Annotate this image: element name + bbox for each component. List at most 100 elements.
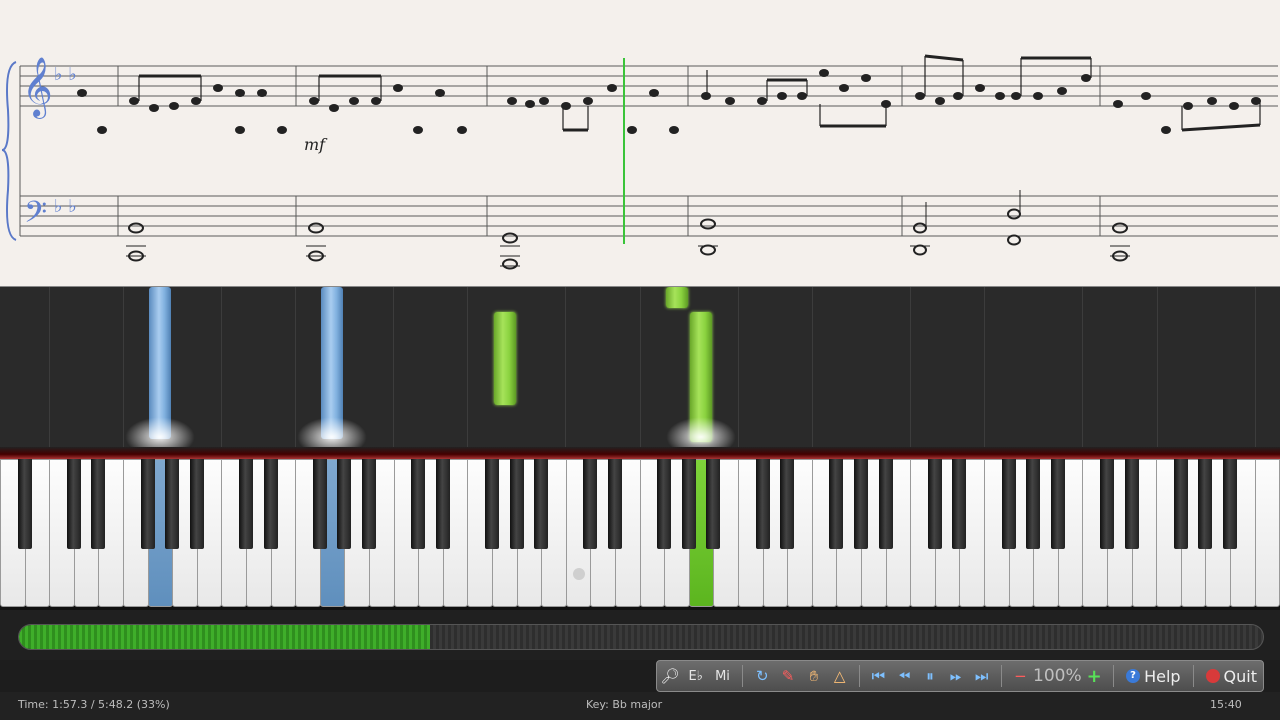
black-key[interactable]	[1173, 459, 1188, 549]
octave-guide-line	[910, 287, 911, 447]
black-key[interactable]	[1100, 459, 1114, 549]
treble-clef-icon: 𝄞	[22, 57, 53, 119]
search-icon[interactable]: 🔎︎	[657, 662, 683, 690]
black-key[interactable]	[1050, 459, 1065, 549]
black-key[interactable]	[927, 459, 942, 549]
black-key[interactable]	[608, 459, 622, 549]
black-key[interactable]	[411, 459, 426, 549]
bass-ledger-lines	[126, 190, 1130, 267]
help-button[interactable]: ? Help	[1120, 662, 1186, 690]
treble-staff	[20, 65, 1278, 107]
note-names-button[interactable]: Mi	[709, 662, 737, 690]
falling-note	[494, 312, 516, 405]
undo-icon[interactable]: ↻	[749, 662, 775, 690]
toolbar-divider	[1113, 665, 1115, 687]
note-stems-beams	[138, 54, 1261, 132]
black-key[interactable]	[1223, 459, 1237, 549]
toolbar-divider	[1192, 665, 1194, 687]
black-key[interactable]	[1198, 459, 1213, 549]
bass-notes	[128, 208, 1128, 270]
black-key[interactable]	[755, 459, 770, 549]
octave-guide-line	[467, 287, 468, 447]
white-key[interactable]	[1254, 459, 1280, 607]
black-key[interactable]	[1124, 459, 1139, 549]
skip-start-icon[interactable]: ⏮︎	[866, 662, 892, 690]
hand-icon[interactable]: ✋︎	[801, 662, 827, 690]
octave-guide-line	[812, 287, 813, 447]
black-key[interactable]	[239, 459, 253, 549]
toolbar-divider	[742, 665, 744, 687]
black-key[interactable]	[706, 459, 721, 549]
treble-notes	[77, 69, 1261, 134]
piano-keyboard[interactable]	[0, 447, 1280, 610]
toolbar-divider	[858, 665, 860, 687]
fast-forward-icon[interactable]: ⏩︎	[943, 662, 969, 690]
black-key[interactable]	[657, 459, 672, 549]
black-key[interactable]	[854, 459, 868, 549]
octave-guide-line	[984, 287, 985, 447]
falling-note	[666, 287, 688, 308]
octave-guide-line	[1255, 287, 1256, 447]
skip-end-icon[interactable]: ⏭︎	[969, 662, 995, 690]
zoom-in-icon[interactable]: +	[1081, 662, 1107, 690]
song-progress-bar[interactable]	[18, 624, 1264, 650]
black-key[interactable]	[1001, 459, 1016, 549]
song-progress-fill	[19, 625, 430, 649]
help-label: Help	[1144, 666, 1181, 686]
pause-icon[interactable]: ⏸︎	[917, 662, 943, 690]
black-key[interactable]	[91, 459, 106, 549]
brace	[1, 61, 17, 241]
dynamic-marking: mf	[304, 135, 328, 154]
black-key[interactable]	[189, 459, 204, 549]
pencil-icon[interactable]: ✎	[775, 662, 801, 690]
black-key[interactable]	[829, 459, 844, 549]
black-key[interactable]	[165, 459, 180, 549]
sheet-music: 𝄞 𝄢 ♭ ♭ ♭ ♭ mf	[0, 0, 1280, 287]
black-key[interactable]	[337, 459, 352, 549]
rewind-icon[interactable]: ⏪︎	[891, 662, 917, 690]
clock: 15:40	[1210, 698, 1242, 711]
black-key[interactable]	[583, 459, 598, 549]
zoom-out-icon[interactable]: −	[1008, 662, 1034, 690]
black-key[interactable]	[952, 459, 967, 549]
black-key[interactable]	[1026, 459, 1041, 549]
falling-notes-area	[0, 287, 1280, 447]
black-key[interactable]	[263, 459, 278, 549]
treble-key-signature: ♭ ♭	[54, 64, 77, 85]
black-key[interactable]	[509, 459, 524, 549]
key-hit-glow	[297, 417, 367, 447]
octave-guide-line	[1157, 287, 1158, 447]
octave-guide-line	[640, 287, 641, 447]
octave-guide-line	[295, 287, 296, 447]
black-key[interactable]	[780, 459, 795, 549]
octave-guide-line	[123, 287, 124, 447]
score: 𝄞 𝄢 ♭ ♭ ♭ ♭ mf	[1, 54, 1278, 270]
playback-time: Time: 1:57.3 / 5:48.2 (33%)	[18, 698, 170, 711]
black-key[interactable]	[312, 459, 327, 549]
octave-guide-line	[393, 287, 394, 447]
key-signature-label: Key: Bb major	[586, 698, 663, 711]
bass-staff	[20, 195, 1278, 237]
black-key[interactable]	[17, 459, 32, 549]
key-hit-glow	[666, 417, 736, 447]
bass-clef-icon: 𝄢	[24, 196, 47, 237]
playback-toolbar: 🔎︎ E♭ Mi ↻ ✎ ✋︎ △ ⏮︎ ⏪︎ ⏸︎ ⏩︎ ⏭︎ − 100% …	[656, 660, 1264, 692]
black-key[interactable]	[534, 459, 549, 549]
black-key[interactable]	[435, 459, 450, 549]
key-eb-label: E♭	[688, 668, 703, 684]
black-key[interactable]	[681, 459, 696, 549]
octave-guide-line	[221, 287, 222, 447]
help-icon: ?	[1126, 669, 1141, 683]
black-key[interactable]	[66, 459, 81, 549]
black-key[interactable]	[140, 459, 155, 549]
key-eb-button[interactable]: E♭	[683, 662, 709, 690]
keyboard-top-edge	[0, 447, 1280, 459]
metronome-icon[interactable]: △	[827, 662, 853, 690]
quit-button[interactable]: Quit	[1200, 662, 1263, 690]
black-key[interactable]	[362, 459, 376, 549]
quit-icon	[1205, 669, 1220, 683]
black-key[interactable]	[878, 459, 893, 549]
octave-guide-line	[565, 287, 566, 447]
black-key[interactable]	[485, 459, 499, 549]
octave-guide-line	[738, 287, 739, 447]
